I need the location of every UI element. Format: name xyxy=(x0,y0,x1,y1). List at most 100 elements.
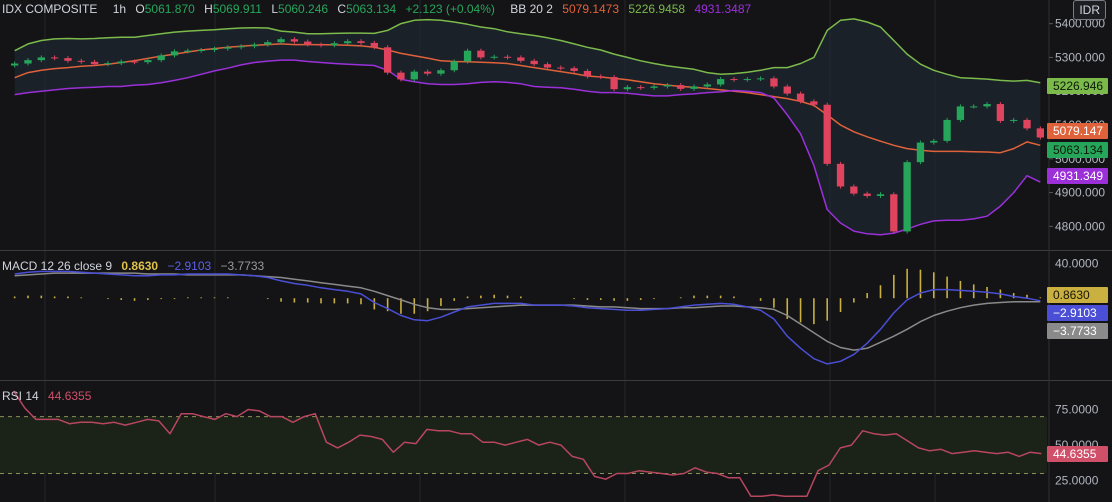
candle-body xyxy=(450,61,458,71)
candle-body xyxy=(716,79,725,85)
price-axis-label: 4900.000 xyxy=(1055,186,1105,200)
close-label: C xyxy=(337,2,347,16)
candle-body xyxy=(703,84,711,87)
macd-axis-label: 40.0000 xyxy=(1055,257,1099,271)
chart-canvas[interactable]: 5400.0005300.0005200.0005100.0005000.000… xyxy=(0,0,1112,502)
candle-body xyxy=(1036,128,1045,138)
candle-body xyxy=(357,41,365,43)
candle-body xyxy=(130,61,139,63)
candle-body xyxy=(823,104,831,164)
candle-body xyxy=(863,193,871,196)
candle-body xyxy=(597,76,605,78)
candle-body xyxy=(397,72,405,80)
symbol-label: IDX COMPOSITE xyxy=(2,2,98,16)
candle-body xyxy=(290,39,299,42)
candle-body xyxy=(743,79,751,81)
candle-body xyxy=(663,85,672,87)
candle-body xyxy=(24,60,32,64)
candle-body xyxy=(250,44,259,47)
rsi-axis-label: 75.0000 xyxy=(1055,402,1099,416)
candle-body xyxy=(77,60,85,62)
candle-body xyxy=(623,87,632,90)
macd-hist-value: 0.8630 xyxy=(121,259,159,273)
candle-body xyxy=(796,93,805,102)
candle-body xyxy=(890,194,898,232)
price-tag-bb_lower: 4931.349 xyxy=(1053,169,1103,183)
candle-body xyxy=(490,56,498,58)
high-value: 5069.911 xyxy=(212,2,262,16)
bb-lower-value: 4931.3487 xyxy=(694,2,752,16)
macd-tag-signal: −3.7733 xyxy=(1053,324,1097,338)
candle-body xyxy=(677,85,685,89)
price-axis-label: 5300.000 xyxy=(1055,50,1105,64)
open-label: O xyxy=(135,2,145,16)
price-axis-label: 4800.000 xyxy=(1055,219,1105,233)
candle-body xyxy=(370,42,378,48)
candle-body xyxy=(810,101,818,105)
candle-body xyxy=(184,50,192,52)
candle-body xyxy=(610,77,618,90)
candle-body xyxy=(1023,119,1031,129)
candle-body xyxy=(503,56,512,58)
macd-line-value: −2.9103 xyxy=(167,259,212,273)
rsi-tag: 44.6355 xyxy=(1053,447,1097,461)
candle-body xyxy=(970,106,978,108)
candle-body xyxy=(996,104,1005,121)
low-label: L xyxy=(271,2,279,16)
open-value: 5061.870 xyxy=(144,2,195,16)
candle-body xyxy=(144,60,152,63)
candle-body xyxy=(410,71,418,80)
macd-tag-hist: 0.8630 xyxy=(1053,288,1090,302)
rsi-label: RSI 14 xyxy=(2,389,39,403)
macd-signal-value: −3.7733 xyxy=(220,259,265,273)
candle-body xyxy=(437,70,445,74)
price-tag-up: 5063.134 xyxy=(1053,143,1103,157)
candle-body xyxy=(983,104,991,107)
candle-body xyxy=(197,50,205,51)
candle-body xyxy=(344,41,352,44)
candle-body xyxy=(930,140,938,143)
candle-body xyxy=(277,39,285,43)
candle-body xyxy=(543,64,552,68)
candle-body xyxy=(876,194,885,196)
candle-body xyxy=(1010,119,1018,121)
candle-body xyxy=(770,78,778,87)
candle-body xyxy=(64,58,72,61)
candle-body xyxy=(237,46,245,48)
candle-body xyxy=(117,61,125,64)
price-tag-bb_basis: 5079.147 xyxy=(1053,124,1103,138)
candle-body xyxy=(756,78,765,80)
candle-body xyxy=(157,55,165,61)
interval-label: 1h xyxy=(112,2,127,16)
candle-body xyxy=(557,67,565,69)
candle-body xyxy=(583,70,592,77)
candle-body xyxy=(730,79,738,81)
macd-label: MACD 12 26 close 9 xyxy=(2,259,113,273)
price-legend: IDX COMPOSITE 1h O5061.870 H5069.911 L50… xyxy=(2,2,757,16)
candle-body xyxy=(37,57,45,61)
candle-body xyxy=(104,63,112,65)
candle-body xyxy=(943,119,951,141)
candle-body xyxy=(836,163,845,187)
macd-legend: MACD 12 26 close 9 0.8630 −2.9103 −3.773… xyxy=(2,259,270,273)
rsi-axis-label: 25.0000 xyxy=(1055,474,1099,488)
candle-body xyxy=(530,60,538,65)
candle-body xyxy=(637,87,645,89)
candle-body xyxy=(90,61,99,65)
candle-body xyxy=(650,86,658,88)
high-label: H xyxy=(204,2,213,16)
price-tag-bb_upper: 5226.946 xyxy=(1053,79,1103,93)
candle-body xyxy=(423,71,432,74)
candle-body xyxy=(50,57,59,59)
currency-button[interactable]: IDR xyxy=(1073,0,1106,20)
change-value: +2.123 (+0.04%) xyxy=(405,2,495,16)
candle-body xyxy=(850,186,858,194)
candle-body xyxy=(903,162,911,232)
macd-tag-macd: −2.9103 xyxy=(1053,306,1097,320)
candle-body xyxy=(170,51,179,56)
candle-body xyxy=(224,47,232,49)
rsi-legend: RSI 14 44.6355 xyxy=(2,389,97,403)
candle-body xyxy=(304,41,312,45)
candle-body xyxy=(477,50,485,58)
candle-body xyxy=(330,43,339,46)
